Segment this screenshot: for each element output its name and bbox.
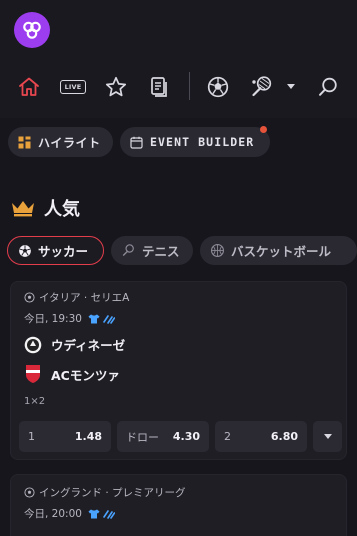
nav-divider	[189, 72, 190, 100]
football-icon	[24, 487, 35, 498]
notification-badge	[260, 126, 267, 133]
stats-icon	[103, 509, 115, 519]
event-builder-chip[interactable]: EVENT BUILDER	[120, 126, 270, 157]
odds-button-home[interactable]: 1 1.48	[19, 421, 111, 452]
odds-price: 4.30	[172, 430, 200, 443]
football-icon[interactable]	[205, 74, 231, 100]
match-time-text: 今日, 19:30	[24, 313, 82, 325]
brand-logo[interactable]	[14, 12, 50, 48]
league-name: イングランド · プレミアリーグ	[39, 487, 186, 499]
tennis-icon	[122, 244, 134, 256]
league-label: イングランド · プレミアリーグ	[24, 485, 186, 500]
search-icon[interactable]	[315, 74, 341, 100]
monza-crest-icon	[26, 365, 40, 383]
highlight-chip[interactable]: ハイライト	[8, 127, 113, 157]
league-name: イタリア · セリエA	[39, 292, 130, 304]
match-time-text: 今日, 20:00	[24, 508, 82, 520]
match-card[interactable]: イタリア · セリエA 今日, 19:30 ウディネーゼ ACモンツァ 1×2 …	[10, 281, 347, 460]
odds-price: 6.80	[270, 430, 298, 443]
match-time: 今日, 20:00	[24, 506, 115, 521]
tab-tennis[interactable]: テニス	[111, 236, 193, 265]
top-bar: LIVE	[0, 0, 357, 118]
crown-icon	[12, 201, 34, 217]
market-label: 1×2	[24, 396, 46, 407]
highlight-chip-label: ハイライト	[38, 135, 101, 150]
star-icon[interactable]	[103, 74, 129, 100]
odds-button-away[interactable]: 2 6.80	[215, 421, 307, 452]
event-builder-chip-label: EVENT BUILDER	[150, 135, 255, 149]
udinese-crest-icon	[24, 336, 42, 353]
odds-price: 1.48	[74, 430, 102, 443]
home-icon[interactable]	[16, 74, 42, 100]
jersey-icon	[88, 509, 100, 518]
match-card[interactable]: イングランド · プレミアリーグ 今日, 20:00	[10, 474, 347, 536]
tab-football[interactable]: サッカー	[7, 236, 104, 265]
highlight-icon	[18, 136, 31, 148]
odds-selection: 2	[224, 430, 231, 443]
betslip-icon[interactable]	[146, 74, 172, 100]
tab-basketball-label: バスケットボール	[231, 244, 332, 259]
tab-football-label: サッカー	[38, 244, 89, 259]
more-markets-button[interactable]	[313, 421, 342, 452]
home-team-name: ウディネーゼ	[51, 338, 126, 353]
chevron-down-icon[interactable]	[287, 84, 295, 89]
tab-tennis-label: テニス	[142, 244, 180, 259]
calendar-icon	[130, 136, 143, 149]
chevron-down-icon	[323, 434, 332, 439]
league-label: イタリア · セリエA	[24, 290, 129, 305]
tennis-icon[interactable]	[249, 74, 275, 100]
odds-row: 1 1.48 ドロー 4.30 2 6.80	[19, 421, 342, 452]
away-team: ACモンツァ	[24, 364, 120, 384]
stats-icon	[103, 314, 115, 324]
popular-heading: 人気	[10, 194, 80, 222]
home-team: ウディネーゼ	[24, 335, 125, 354]
jersey-icon	[88, 314, 100, 323]
popular-title: 人気	[44, 199, 80, 220]
tab-basketball[interactable]: バスケットボール	[200, 236, 357, 265]
away-team-name: ACモンツァ	[51, 367, 120, 383]
main-nav: LIVE	[0, 70, 357, 104]
football-icon	[19, 244, 31, 257]
live-icon[interactable]: LIVE	[58, 74, 88, 100]
live-label: LIVE	[60, 80, 86, 94]
brand-infinity-logo-icon	[23, 21, 41, 39]
odds-selection: 1	[28, 430, 35, 443]
match-time: 今日, 19:30	[24, 311, 115, 326]
odds-selection: ドロー	[126, 430, 159, 444]
basketball-icon	[211, 244, 224, 257]
odds-button-draw[interactable]: ドロー 4.30	[117, 421, 209, 452]
football-icon	[24, 292, 35, 303]
